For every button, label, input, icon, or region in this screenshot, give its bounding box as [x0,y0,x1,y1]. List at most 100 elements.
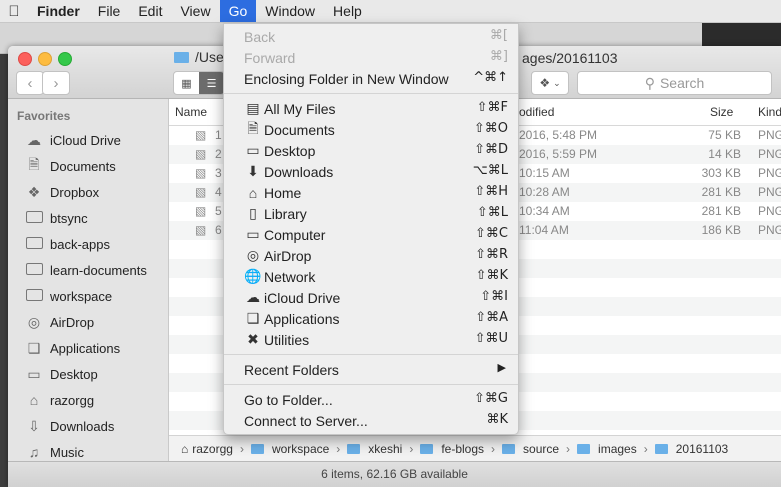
menu-item-enclosing-folder[interactable]: Enclosing Folder in New Window ^⌘↑ [224,68,518,89]
cloud-icon: ☁ [246,289,260,305]
sidebar-item-desktop[interactable]: ▭ Desktop [8,361,168,387]
view-switcher[interactable]: ▦ ☰ [173,71,225,95]
sidebar-item-icloud-drive[interactable]: ☁ iCloud Drive [8,127,168,153]
folder-icon [250,443,264,454]
desktop-icon: ▭ [246,142,260,158]
menu-item-back[interactable]: Back ⌘[ [224,26,518,47]
document-icon: 🗎 [28,156,40,172]
file-name: 6 [215,223,222,237]
sidebar-item-back-apps[interactable]: back-apps [8,231,168,257]
file-name: 4 [215,185,222,199]
menu-finder[interactable]: Finder [28,0,89,22]
column-kind[interactable]: Kind [758,105,781,119]
file-kind: PNG [758,185,781,199]
menu-item-shortcut: ⌘] [489,49,508,64]
apple-icon[interactable]:  [0,3,28,20]
zoom-button[interactable] [58,52,72,66]
search-placeholder: Search [659,75,705,91]
back-button[interactable]: ‹ [16,71,44,95]
file-modified: 2016, 5:59 PM [519,147,598,161]
downloads-icon: ⇩ [28,417,40,434]
path-item[interactable]: xkeshi [368,442,402,456]
column-date-modified[interactable]: odified [519,105,554,119]
menu-item-airdrop[interactable]: ◎ AirDrop ⇧⌘R [224,245,518,266]
minimize-button[interactable] [38,52,52,66]
airdrop-icon: ◎ [246,247,260,263]
menu-item-documents[interactable]: 🗎 Documents ⇧⌘O [224,119,518,140]
search-field[interactable]: ⚲ Search [577,71,772,95]
menu-item-label: Applications [264,310,340,327]
sidebar-item-applications[interactable]: ❑ Applications [8,335,168,361]
sidebar-item-airdrop[interactable]: ◎ AirDrop [8,309,168,335]
path-item[interactable]: images [598,442,637,456]
path-bar: ⌂ razorgg › workspace › xkeshi › fe-blog… [169,435,781,461]
window-title-text: /Use [195,49,224,65]
dropbox-icon: ❖ [539,76,551,90]
file-size: 303 KB [701,166,741,180]
icon-view-icon[interactable]: ▦ [174,72,199,94]
menu-item-all-my-files[interactable]: ▤ All My Files ⇧⌘F [224,98,518,119]
list-view-icon[interactable]: ☰ [199,72,224,94]
sidebar-item-btsync[interactable]: btsync [8,205,168,231]
menu-item-shortcut: ⇧⌘U [474,331,508,346]
file-kind: PNG [758,223,781,237]
menu-help[interactable]: Help [324,0,371,22]
sidebar-item-documents[interactable]: 🗎 Documents [8,153,168,179]
sidebar-item-label: back-apps [50,236,110,252]
menu-item-downloads[interactable]: ⬇ Downloads ⌥⌘L [224,161,518,182]
window-title: /Use [174,49,224,65]
sidebar-item-dropbox[interactable]: ❖ Dropbox [8,179,168,205]
sidebar-item-label: AirDrop [50,314,95,330]
path-item[interactable]: source [523,442,559,456]
close-button[interactable] [18,52,32,66]
file-modified: 10:28 AM [519,185,570,199]
file-size: 75 KB [708,128,741,142]
file-name: 1 [215,128,222,142]
path-item[interactable]: workspace [272,442,329,456]
menu-item-library[interactable]: ▯ Library ⇧⌘L [224,203,518,224]
file-kind: PNG [758,204,781,218]
menu-item-recent-folders[interactable]: Recent Folders ▶ [224,359,518,380]
menu-window[interactable]: Window [256,0,324,22]
menu-item-shortcut: ⇧⌘A [475,310,508,325]
column-name[interactable]: Name [175,105,207,119]
menu-item-desktop[interactable]: ▭ Desktop ⇧⌘D [224,140,518,161]
menu-item-go-to-folder[interactable]: Go to Folder... ⇧⌘G [224,389,518,410]
menu-item-computer[interactable]: ▭ Computer ⇧⌘C [224,224,518,245]
menu-item-shortcut: ⌘K [486,412,508,427]
menu-edit[interactable]: Edit [129,0,171,22]
menu-item-network[interactable]: 🌐 Network ⇧⌘K [224,266,518,287]
sidebar-item-downloads[interactable]: ⇩ Downloads [8,413,168,439]
file-modified: 11:04 AM [519,223,569,237]
computer-icon: ▭ [246,226,260,242]
sidebar-item-label: Applications [50,340,121,356]
sidebar-item-learn-documents[interactable]: learn-documents [8,257,168,283]
menu-go[interactable]: Go [219,0,257,22]
folder-icon [24,210,44,226]
menu-item-connect-to-server[interactable]: Connect to Server... ⌘K [224,410,518,431]
menu-item-applications[interactable]: ❑ Applications ⇧⌘A [224,308,518,329]
sidebar-item-label: iCloud Drive [50,132,121,148]
sidebar-item-workspace[interactable]: workspace [8,283,168,309]
chevron-right-icon: › [239,441,244,456]
folder-icon [654,443,668,454]
menu-item-home[interactable]: ⌂ Home ⇧⌘H [224,182,518,203]
sidebar-item-razorgg[interactable]: ⌂ razorgg [8,387,168,413]
document-icon: 🗎 [247,119,259,136]
dropbox-button[interactable]: ❖ ⌄ [531,71,569,95]
sidebar-item-label: workspace [50,288,113,304]
path-item[interactable]: razorgg [192,442,233,456]
menu-view[interactable]: View [171,0,219,22]
forward-button[interactable]: › [42,71,70,95]
menu-item-label: Desktop [264,142,316,159]
sidebar-item-label: learn-documents [50,262,147,278]
sidebar-item-label: btsync [50,210,88,226]
path-item[interactable]: fe-blogs [441,442,484,456]
column-size[interactable]: Size [710,105,733,119]
path-item[interactable]: 20161103 [676,442,729,456]
cloud-icon: ☁ [27,131,41,148]
menu-item-icloud-drive[interactable]: ☁ iCloud Drive ⇧⌘I [224,287,518,308]
menu-item-utilities[interactable]: ✖ Utilities ⇧⌘U [224,329,518,350]
menu-file[interactable]: File [89,0,130,22]
menu-item-forward[interactable]: Forward ⌘] [224,47,518,68]
